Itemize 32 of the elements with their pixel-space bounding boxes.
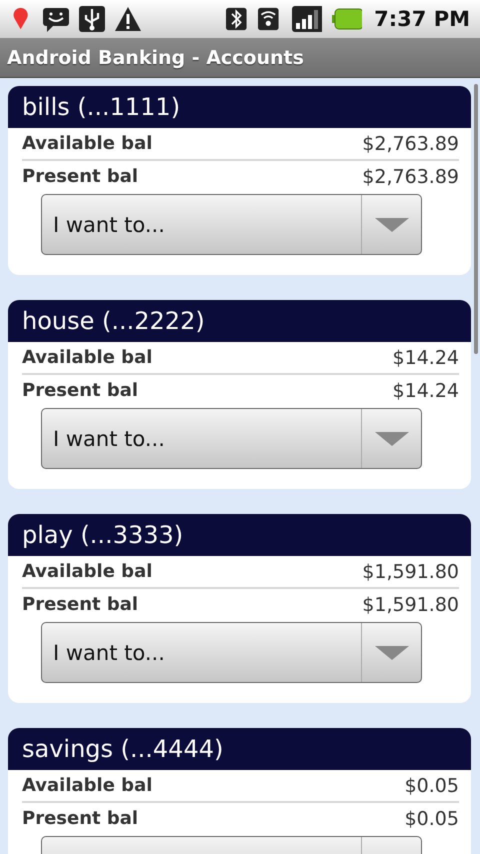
balance-value: $0.05 <box>404 808 459 830</box>
balance-label: Present bal <box>22 808 138 829</box>
balance-value: $1,591.80 <box>362 560 459 582</box>
dropdown-arrow-icon <box>374 646 408 660</box>
balance-value: $14.24 <box>392 380 459 402</box>
action-dropdown[interactable]: I want to... <box>41 408 422 469</box>
balance-value: $2,763.89 <box>362 132 459 154</box>
balance-label: Available bal <box>22 775 152 796</box>
balance-value: $0.05 <box>404 774 459 796</box>
account-name: house (...2222) <box>22 307 205 335</box>
balance-label: Available bal <box>22 133 152 154</box>
balance-label: Available bal <box>22 561 152 582</box>
balance-label: Available bal <box>22 347 152 368</box>
action-dropdown[interactable]: I want to... <box>41 622 422 683</box>
balance-label: Present bal <box>22 380 138 401</box>
action-dropdown[interactable]: I want to... <box>41 194 422 255</box>
usb-icon <box>78 5 106 33</box>
screen-title: Android Banking - Accounts <box>7 46 304 68</box>
account-name: savings (...4444) <box>22 735 224 763</box>
signal-icon <box>290 5 322 33</box>
account-name: play (...3333) <box>22 521 184 549</box>
smiley-chat-icon <box>42 5 70 33</box>
dropdown-arrow-icon <box>374 218 408 232</box>
balance-label: Present bal <box>22 166 138 187</box>
account-name: bills (...1111) <box>22 93 180 121</box>
dropdown-arrow-icon <box>374 432 408 446</box>
balance-value: $1,591.80 <box>362 594 459 616</box>
clock-time: 7:37 PM <box>374 7 470 31</box>
balance-label: Present bal <box>22 594 138 615</box>
balance-value: $2,763.89 <box>362 166 459 188</box>
balance-value: $14.24 <box>392 346 459 368</box>
warning-icon <box>114 5 142 33</box>
